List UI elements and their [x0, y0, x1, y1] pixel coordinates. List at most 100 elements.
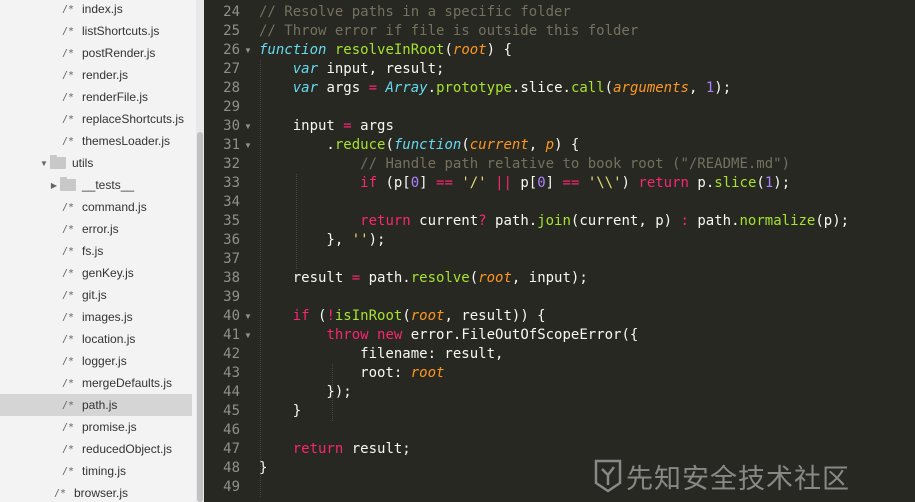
tree-item-label: browser.js	[74, 486, 129, 500]
line-number: 39	[223, 289, 240, 305]
file-item[interactable]: /* listShortcuts.js	[0, 20, 192, 42]
file-item[interactable]: /* command.js	[0, 196, 192, 218]
code-token: isInRoot	[334, 308, 403, 324]
line-number: 32	[223, 156, 240, 172]
code-line[interactable]: root: root	[259, 364, 444, 383]
file-item[interactable]: /* fs.js	[0, 240, 192, 262]
code-editor[interactable]: 24 25 26 ▼ 27 28 29 30 ▼ 31 ▼ 32 33 34 35 36 37 38 39 40 ▼ 41…	[204, 0, 915, 502]
file-item[interactable]: /* promise.js	[0, 416, 192, 438]
code-line[interactable]: var input, result;	[259, 60, 445, 79]
code-line[interactable]: // Resolve paths in a specific folder	[259, 3, 571, 22]
line-number-gutter: 24 25 26 ▼ 27 28 29 30 ▼ 31 ▼ 32 33 34 35 36 37 38 39 40 ▼ 41…	[204, 0, 258, 502]
code-token: ) {	[486, 42, 512, 58]
file-item[interactable]: /* reducedObject.js	[0, 438, 192, 460]
code-token: , input);	[511, 270, 588, 286]
code-line[interactable]: throw new error.FileOutOfScopeError({	[259, 326, 638, 345]
fold-toggle-icon[interactable]: ▼	[244, 326, 254, 345]
code-token: call	[570, 80, 605, 96]
code-token: (	[309, 308, 327, 324]
chevron-down-icon[interactable]: ▼	[38, 159, 50, 168]
file-item[interactable]: /* renderFile.js	[0, 86, 192, 108]
code-token: 0	[410, 175, 420, 191]
line-number: 40	[223, 308, 240, 324]
code-token: (p[	[377, 175, 411, 191]
code-token: });	[259, 384, 352, 400]
code-line[interactable]: if (p[0] == '/' || p[0] == '\\') return …	[259, 174, 790, 193]
indent-guide	[332, 364, 333, 421]
code-line[interactable]: // Handle path relative to book root ("/…	[259, 155, 790, 174]
code-token: ''	[351, 232, 369, 248]
code-line[interactable]: if (!isInRoot(root, result)) {	[259, 307, 546, 326]
line-number: 26	[223, 42, 240, 58]
line-number: 36	[223, 232, 240, 248]
file-item[interactable]: /* images.js	[0, 306, 192, 328]
fold-toggle-icon[interactable]: ▼	[244, 117, 254, 136]
code-token: (current, p)	[570, 213, 681, 229]
code-token: 1	[705, 80, 715, 96]
code-token: result	[259, 270, 352, 286]
folder-item-expanded[interactable]: ▼ utils	[0, 152, 192, 174]
code-token: return	[638, 175, 689, 191]
code-line[interactable]: function resolveInRoot(root) {	[259, 41, 512, 60]
file-item[interactable]: /* render.js	[0, 64, 192, 86]
file-item[interactable]: /* browser.js	[0, 482, 192, 502]
code-token: ||	[495, 175, 512, 191]
code-line[interactable]: var args = Array.prototype.slice.call(ar…	[259, 79, 731, 98]
file-icon: /*	[62, 47, 75, 59]
code-line[interactable]: .reduce(function(current, p) {	[259, 136, 579, 155]
line-number: 42	[223, 346, 240, 362]
file-item[interactable]: /* git.js	[0, 284, 192, 306]
code-token: path.	[486, 213, 538, 229]
tree-item-label: utils	[72, 156, 94, 170]
folder-item-collapsed[interactable]: ▶ __tests__	[0, 174, 192, 196]
file-icon: /*	[62, 311, 75, 323]
code-line[interactable]: }	[259, 402, 301, 421]
line-number: 29	[223, 99, 240, 115]
file-icon: /*	[62, 245, 75, 257]
code-token: function	[393, 137, 462, 153]
file-item[interactable]: /* themesLoader.js	[0, 130, 192, 152]
fold-toggle-icon[interactable]: ▼	[244, 136, 254, 155]
code-token: function	[259, 42, 327, 58]
file-item[interactable]: /* mergeDefaults.js	[0, 372, 192, 394]
line-number: 45	[223, 403, 240, 419]
sidebar-scrollbar[interactable]	[196, 0, 204, 502]
code-area[interactable]: // Resolve paths in a specific folder // …	[259, 0, 915, 502]
code-line[interactable]: filename: result,	[259, 345, 503, 364]
code-line[interactable]: });	[259, 383, 352, 402]
code-token: (	[756, 175, 765, 191]
code-line[interactable]: return current? path.join(current, p) : …	[259, 212, 849, 231]
file-item[interactable]: /* postRender.js	[0, 42, 192, 64]
file-item[interactable]: /* path.js	[0, 394, 192, 416]
code-line[interactable]: return result;	[259, 440, 411, 459]
fold-toggle-icon[interactable]: ▼	[244, 41, 254, 60]
code-token: ==	[436, 175, 453, 191]
code-line[interactable]: result = path.resolve(root, input);	[259, 269, 588, 288]
sidebar-scrollbar-thumb[interactable]	[197, 132, 203, 502]
file-item[interactable]: /* logger.js	[0, 350, 192, 372]
code-token: )	[621, 175, 639, 191]
code-line[interactable]: // Throw error if file is outside this f…	[259, 22, 638, 41]
file-icon: /*	[54, 487, 67, 499]
file-item[interactable]: /* timing.js	[0, 460, 192, 482]
code-token: // Throw error if file is outside this f…	[259, 23, 639, 39]
code-line[interactable]: }, '');	[259, 231, 385, 250]
code-token: ?	[478, 213, 487, 229]
file-item[interactable]: /* index.js	[0, 0, 192, 20]
code-line[interactable]: input = args	[259, 117, 394, 136]
line-number: 28	[223, 80, 240, 96]
file-item[interactable]: /* location.js	[0, 328, 192, 350]
line-number: 27	[223, 61, 240, 77]
watermark-text: 先知安全技术社区	[626, 463, 850, 495]
fold-toggle-icon[interactable]: ▼	[244, 307, 254, 326]
code-token: =	[368, 80, 378, 96]
tree-item-label: __tests__	[82, 178, 135, 192]
file-item[interactable]: /* error.js	[0, 218, 192, 240]
chevron-right-icon[interactable]: ▶	[48, 181, 60, 190]
file-item[interactable]: /* replaceShortcuts.js	[0, 108, 192, 130]
file-item[interactable]: /* genKey.js	[0, 262, 192, 284]
code-token: if	[292, 308, 310, 324]
code-token: ,	[688, 80, 706, 96]
